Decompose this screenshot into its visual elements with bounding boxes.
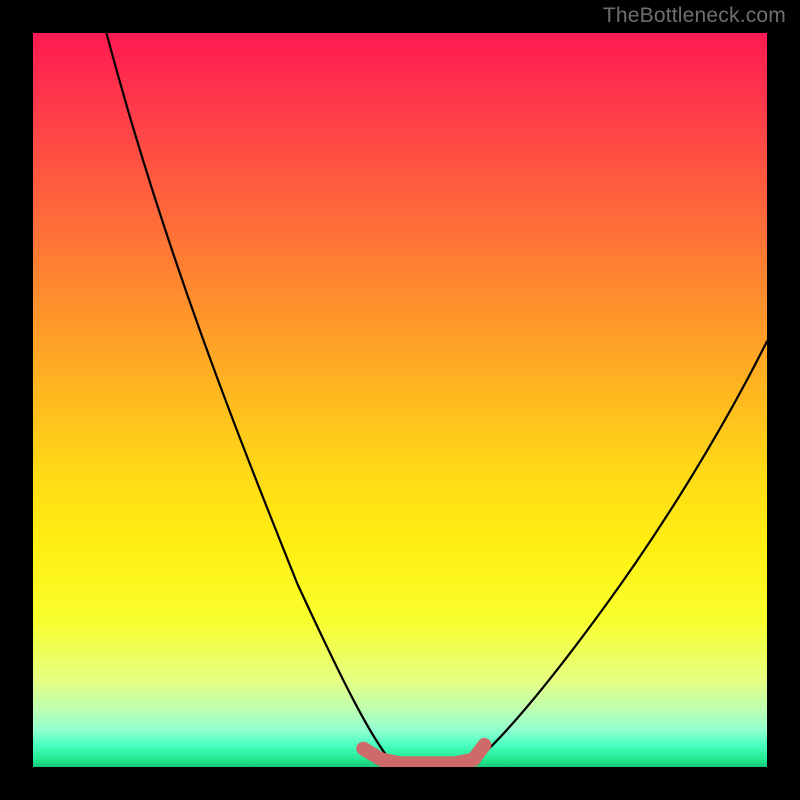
chart-plot-area xyxy=(33,33,767,767)
left-branch-curve xyxy=(106,33,392,763)
right-branch-curve xyxy=(473,341,767,763)
chart-frame: TheBottleneck.com xyxy=(0,0,800,800)
chart-curve-group xyxy=(106,33,767,763)
watermark-text: TheBottleneck.com xyxy=(603,4,786,28)
chart-svg xyxy=(33,33,767,767)
